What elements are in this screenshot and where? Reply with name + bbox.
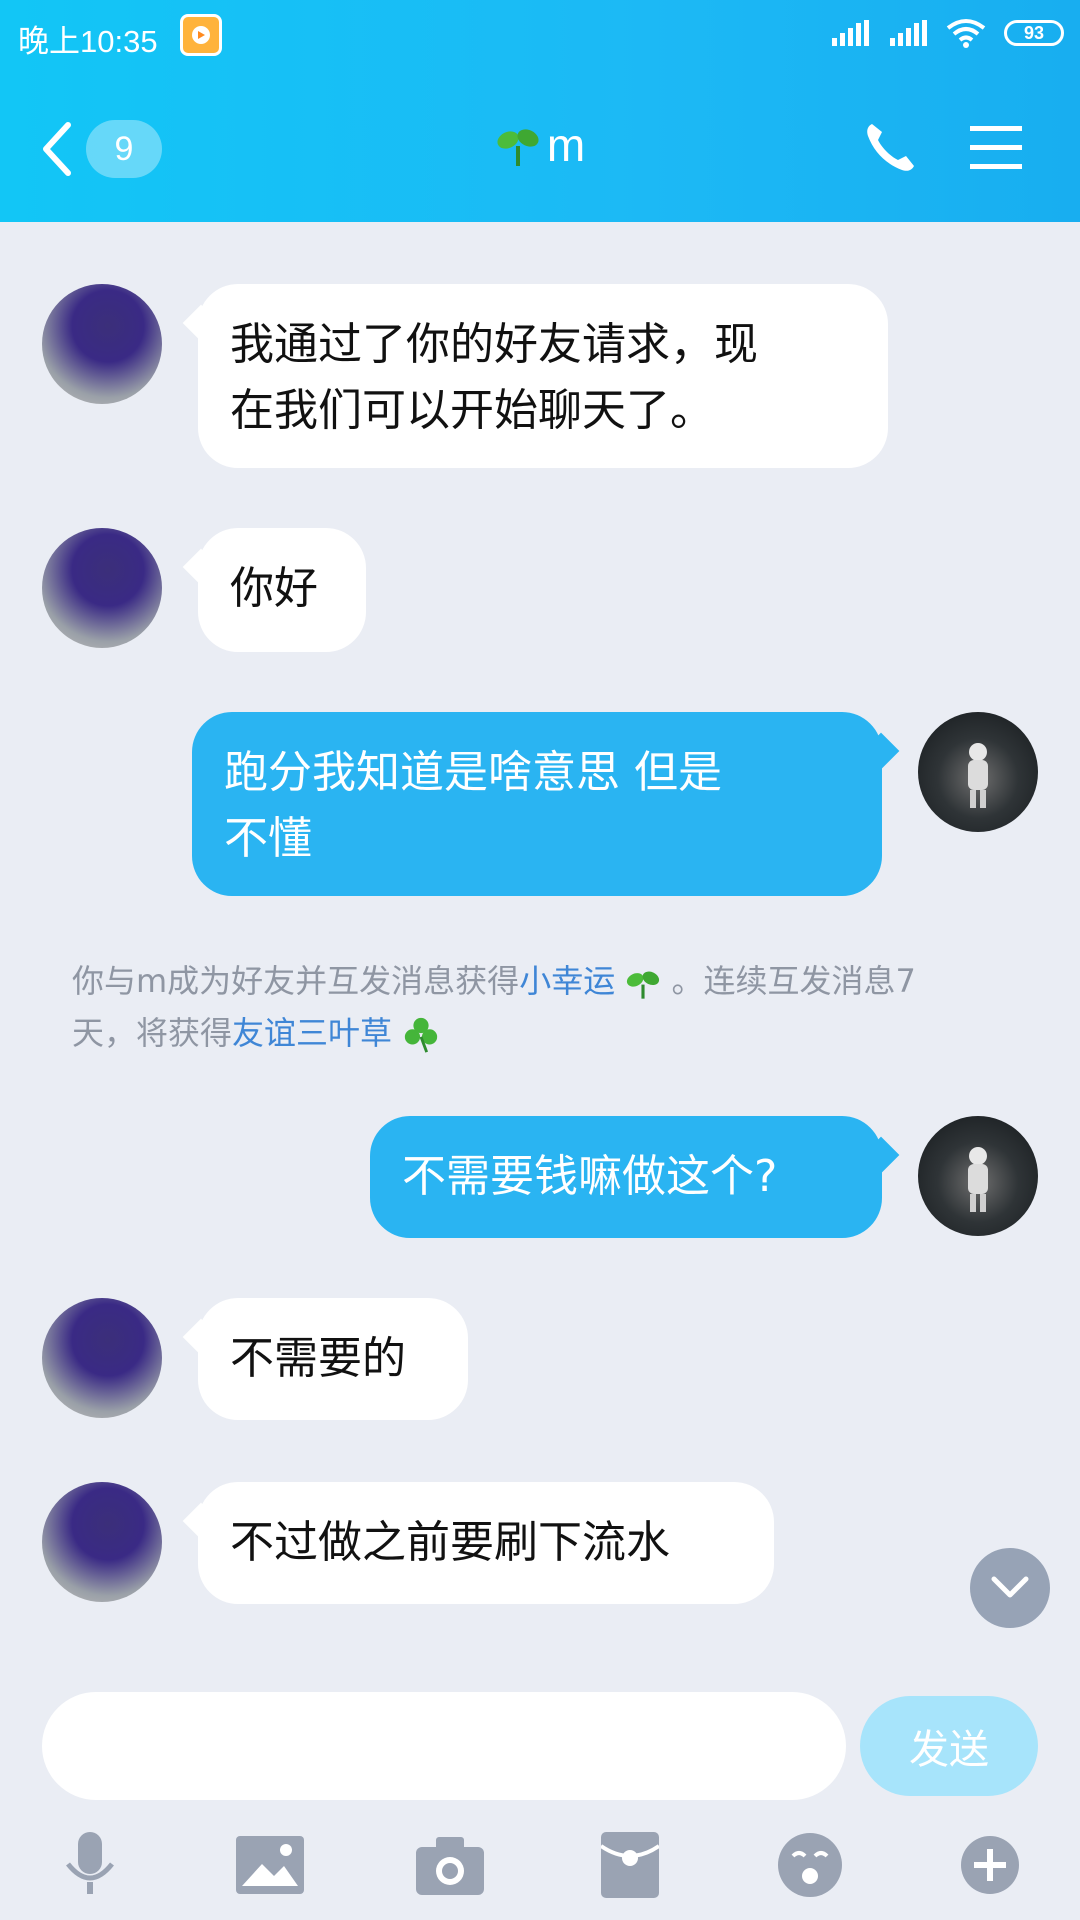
message-text: 不过做之前要刷下流水 (230, 1517, 670, 1568)
app-notification-icon (180, 14, 222, 56)
friend-avatar[interactable] (42, 1298, 162, 1418)
note-text: 你与m成为好友并互发消息获得 (72, 962, 520, 1000)
chevron-down-icon (991, 1576, 1029, 1598)
input-toolbar (0, 1825, 1080, 1915)
battery-indicator: 93 (1004, 20, 1064, 46)
message-text: 跑分我知道是啥意思 但是 (224, 747, 722, 798)
my-avatar[interactable] (918, 712, 1038, 832)
emoji-button[interactable] (770, 1825, 850, 1905)
message-bubble-incoming[interactable]: 不需要的 (198, 1298, 468, 1420)
send-button[interactable]: 发送 (860, 1696, 1038, 1796)
message-text: 你好 (230, 563, 318, 614)
friend-avatar[interactable] (42, 284, 162, 404)
message-bubble-incoming[interactable]: 你好 (198, 528, 366, 652)
image-icon (236, 1836, 304, 1894)
message-text: 不懂 (224, 813, 312, 864)
camera-icon (416, 1837, 484, 1895)
sprout-icon (497, 129, 539, 166)
call-button[interactable] (860, 118, 920, 178)
scroll-to-bottom-button[interactable] (970, 1548, 1050, 1628)
plus-icon (961, 1836, 1019, 1894)
astronaut-photo-icon (968, 1147, 988, 1212)
wifi-icon (946, 19, 986, 48)
photo-button[interactable] (230, 1825, 310, 1905)
message-text: 我通过了你的好友请求，现 (230, 319, 758, 370)
red-packet-button[interactable] (590, 1825, 670, 1905)
message-bubble-incoming[interactable]: 我通过了你的好友请求，现 在我们可以开始聊天了。 (198, 284, 888, 468)
microphone-icon (66, 1832, 114, 1894)
friendship-clover-link[interactable]: 友谊三叶草 (232, 1014, 392, 1052)
voice-button[interactable] (50, 1825, 130, 1905)
more-button[interactable] (950, 1825, 1030, 1905)
message-text: 不需要的 (230, 1333, 406, 1384)
message-bubble-incoming[interactable]: 不过做之前要刷下流水 (198, 1482, 774, 1604)
menu-icon (970, 126, 1022, 169)
chat-title: m (546, 119, 586, 171)
signal-icon (832, 20, 869, 46)
little-luck-link[interactable]: 小幸运 (519, 962, 615, 1000)
menu-button[interactable] (970, 122, 1022, 174)
camera-button[interactable] (410, 1825, 490, 1905)
message-bubble-outgoing[interactable]: 跑分我知道是啥意思 但是 不懂 (192, 712, 882, 896)
note-text: 天，将获得 (72, 1014, 233, 1052)
status-indicators: 93 (830, 18, 1064, 48)
signal-icon (890, 20, 927, 46)
sprout-icon (627, 971, 660, 999)
clover-icon (405, 1017, 438, 1053)
friend-avatar[interactable] (42, 1482, 162, 1602)
note-text: 。连续互发消息7 (671, 962, 916, 1000)
red-packet-icon (601, 1832, 659, 1898)
message-bubble-outgoing[interactable]: 不需要钱嘛做这个? (370, 1116, 882, 1238)
friend-avatar[interactable] (42, 528, 162, 648)
phone-icon (867, 124, 914, 171)
my-avatar[interactable] (918, 1116, 1038, 1236)
message-text: 在我们可以开始聊天了。 (230, 385, 714, 436)
astronaut-photo-icon (968, 743, 988, 808)
emoji-icon (778, 1833, 842, 1897)
chat-header: 晚上10:35 93 9 m (0, 0, 1080, 222)
message-input[interactable] (42, 1692, 846, 1800)
status-time: 晚上10:35 (18, 24, 158, 59)
message-text: 不需要钱嘛做这个? (402, 1151, 778, 1202)
friendship-system-note: 你与m成为好友并互发消息获得小幸运 。连续互发消息7 天，将获得友谊三叶草 (72, 955, 1012, 1059)
